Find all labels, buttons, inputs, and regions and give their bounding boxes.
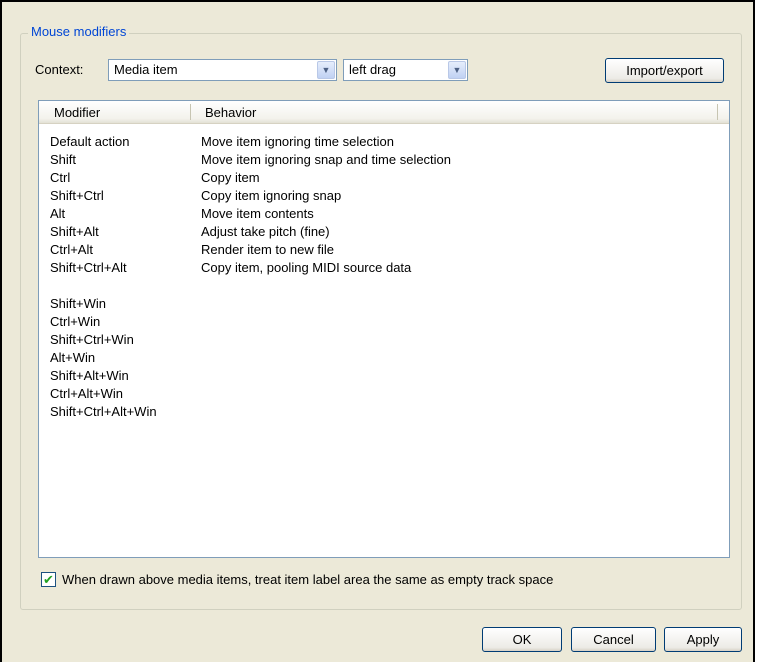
cancel-button[interactable]: Cancel [571, 627, 656, 652]
row-modifier: Shift+Ctrl+Win [50, 332, 134, 347]
list-row[interactable]: Shift+Alt Adjust take pitch (fine) [39, 224, 729, 241]
row-behavior: Move item ignoring snap and time selecti… [201, 152, 452, 167]
row-modifier: Shift+Ctrl+Alt+Win [50, 404, 157, 419]
list-row[interactable]: Shift+Ctrl+Win [39, 332, 729, 349]
action-select[interactable]: left drag ▼ [343, 59, 468, 81]
row-behavior: Copy item, pooling MIDI source data [201, 260, 412, 275]
list-row[interactable]: Default action Move item ignoring time se… [39, 134, 729, 151]
row-modifier: Alt+Win [50, 350, 96, 365]
list-row[interactable]: Alt+Win [39, 350, 729, 367]
row-behavior: Move item ignoring time selection [201, 134, 394, 149]
column-divider[interactable] [717, 104, 718, 120]
row-behavior: Move item contents [201, 206, 314, 221]
chevron-down-icon[interactable]: ▼ [317, 61, 335, 79]
group-title: Mouse modifiers [28, 24, 130, 39]
modifier-list[interactable]: Modifier Behavior Default action Move ite… [38, 100, 730, 558]
ok-button[interactable]: OK [482, 627, 562, 652]
list-row[interactable]: Shift+Ctrl+Alt+Win [39, 404, 729, 421]
row-modifier: Ctrl [50, 170, 71, 185]
label-area-checkbox-label[interactable]: When drawn above media items, treat item… [62, 572, 553, 587]
mouse-modifiers-dialog: Mouse modifiers Context: Media item ▼ le… [0, 0, 755, 662]
checkmark-icon: ✔ [43, 572, 54, 587]
list-row[interactable]: Ctrl+Alt+Win [39, 386, 729, 403]
list-row[interactable]: Ctrl+Alt Render item to new file [39, 242, 729, 259]
list-row[interactable]: Shift+Win [39, 296, 729, 313]
row-modifier: Shift+Alt [50, 224, 99, 239]
row-modifier: Ctrl+Alt [50, 242, 93, 257]
row-modifier: Ctrl+Win [50, 314, 101, 329]
column-header-behavior[interactable]: Behavior [205, 105, 256, 120]
row-modifier: Ctrl+Alt+Win [50, 386, 123, 401]
context-label: Context: [35, 62, 84, 77]
list-row[interactable]: Shift+Ctrl+Alt Copy item, pooling MIDI so… [39, 260, 729, 277]
list-header: Modifier Behavior [39, 101, 729, 124]
row-modifier: Alt [50, 206, 66, 221]
list-row[interactable]: Shift Move item ignoring snap and time se… [39, 152, 729, 169]
row-behavior: Adjust take pitch (fine) [201, 224, 330, 239]
import-export-button[interactable]: Import/export [605, 58, 724, 83]
row-behavior: Render item to new file [201, 242, 334, 257]
row-behavior: Copy item [201, 170, 260, 185]
row-modifier: Shift+Ctrl [50, 188, 104, 203]
context-select-value: Media item [114, 62, 178, 77]
column-header-modifier[interactable]: Modifier [54, 105, 100, 120]
row-behavior: Copy item ignoring snap [201, 188, 342, 203]
list-row[interactable] [39, 278, 729, 295]
row-modifier: Default action [50, 134, 130, 149]
list-row[interactable]: Ctrl Copy item [39, 170, 729, 187]
action-select-value: left drag [349, 62, 396, 77]
row-modifier: Shift+Win [50, 296, 106, 311]
list-row[interactable]: Ctrl+Win [39, 314, 729, 331]
label-area-checkbox[interactable]: ✔ [41, 572, 56, 587]
list-row[interactable]: Shift+Ctrl Copy item ignoring snap [39, 188, 729, 205]
chevron-down-icon[interactable]: ▼ [448, 61, 466, 79]
apply-button[interactable]: Apply [664, 627, 742, 652]
row-modifier: Shift+Alt+Win [50, 368, 129, 383]
row-modifier: Shift+Ctrl+Alt [50, 260, 127, 275]
list-row[interactable]: Shift+Alt+Win [39, 368, 729, 385]
column-divider[interactable] [190, 104, 191, 120]
list-row[interactable]: Alt Move item contents [39, 206, 729, 223]
context-select[interactable]: Media item ▼ [108, 59, 337, 81]
row-modifier: Shift [50, 152, 77, 167]
